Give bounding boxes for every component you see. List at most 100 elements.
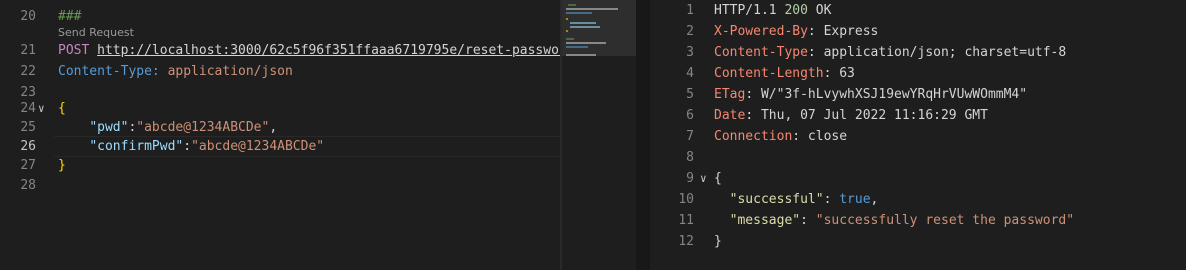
line-code[interactable]: ### <box>58 6 81 27</box>
line-number: 10 <box>678 192 694 207</box>
code-line[interactable]: 9 ∨ { <box>636 168 1186 189</box>
code-token: , <box>269 120 278 135</box>
code-token: "successfully reset the password" <box>815 213 1075 228</box>
line-number: 2 <box>686 24 694 39</box>
code-token: "message" <box>729 213 801 228</box>
line-number: 26 <box>20 139 36 154</box>
line-code[interactable]: ETag: W/"3f-hLvywhXSJ19ewYRqHrVUwWOmmM4" <box>714 84 1027 105</box>
minimap-line <box>566 54 596 56</box>
line-code[interactable]: Connection: close <box>714 126 847 147</box>
code-token: : application/json; charset=utf-8 <box>807 45 1067 60</box>
code-token: : <box>823 192 840 207</box>
line-code[interactable]: } <box>58 155 66 176</box>
line-number: 5 <box>686 87 694 102</box>
code-line[interactable]: 10 "successful": true, <box>636 189 1186 210</box>
line-number: 27 <box>20 158 36 173</box>
code-line[interactable]: 3 Content-Type: application/json; charset… <box>636 42 1186 63</box>
code-token: Connection <box>714 129 793 144</box>
minimap-line <box>566 46 588 48</box>
code-token: POST <box>58 43 90 58</box>
code-token: "pwd" <box>89 120 129 135</box>
code-line[interactable]: 5 ETag: W/"3f-hLvywhXSJ19ewYRqHrVUwWOmmM4… <box>636 84 1186 105</box>
code-token: ### <box>58 9 82 24</box>
line-number: 25 <box>20 120 36 135</box>
code-token: { <box>58 101 66 116</box>
code-token: } <box>58 158 66 173</box>
line-code[interactable]: POST http://localhost:3000/62c5f96f351ff… <box>58 40 567 61</box>
code-line[interactable]: 2 X-Powered-By: Express <box>636 21 1186 42</box>
code-line[interactable]: 8 <box>636 147 1186 168</box>
code-line[interactable]: 25 "pwd":"abcde@1234ABCDe", <box>0 117 636 138</box>
code-line[interactable]: 21 POST http://localhost:3000/62c5f96f351… <box>0 40 636 61</box>
code-token: : close <box>792 129 848 144</box>
line-code[interactable]: } <box>714 231 722 252</box>
line-number: 9 <box>686 171 694 186</box>
code-line[interactable]: 12} <box>636 231 1186 252</box>
minimap-line <box>566 18 568 20</box>
code-token: X-Powered-By <box>714 24 808 39</box>
line-number: 4 <box>686 66 694 81</box>
code-token: "confirmPwd" <box>89 139 184 154</box>
code-token: , <box>870 192 879 207</box>
minimap-line <box>566 8 618 10</box>
code-token: : Express <box>807 24 879 39</box>
minimap-line <box>570 22 596 24</box>
code-token: Content-Type <box>714 45 808 60</box>
line-number: 21 <box>20 43 36 58</box>
line-number: 8 <box>686 150 694 165</box>
minimap[interactable] <box>562 0 636 270</box>
fold-chevron-icon[interactable]: ∨ <box>700 168 707 189</box>
line-code[interactable]: "confirmPwd":"abcde@1234ABCDe" <box>58 136 324 157</box>
code-line[interactable]: 28 <box>0 175 636 196</box>
line-number: 1 <box>686 3 694 18</box>
minimap-line <box>566 38 574 40</box>
minimap-line <box>568 4 576 6</box>
code-line[interactable]: 7 Connection: close <box>636 126 1186 147</box>
code-line[interactable]: 4 Content-Length: 63 <box>636 63 1186 84</box>
code-token: { <box>714 171 722 186</box>
code-token: : 63 <box>823 66 855 81</box>
minimap-line <box>566 42 606 44</box>
line-number: 7 <box>686 129 694 144</box>
code-line[interactable]: 20 ### <box>0 6 636 27</box>
code-token: Date <box>714 108 746 123</box>
line-code[interactable]: "message": "successfully reset the passw… <box>714 210 1074 231</box>
line-number: 20 <box>20 9 36 24</box>
code-line[interactable]: 22 Content-Type: application/json <box>0 61 636 82</box>
line-code[interactable]: Content-Type: application/json <box>58 61 293 82</box>
send-request-codelens[interactable]: Send Request <box>58 26 134 40</box>
line-code[interactable]: Date: Thu, 07 Jul 2022 11:16:29 GMT <box>714 105 988 126</box>
line-number: 24 <box>20 101 36 116</box>
code-line[interactable]: 11 "message": "successfully reset the pa… <box>636 210 1186 231</box>
line-number: 3 <box>686 45 694 60</box>
line-number: 12 <box>678 234 694 249</box>
code-token: http://localhost:3000/62c5f96f351ffaaa67… <box>97 43 567 58</box>
code-line[interactable]: 27} <box>0 155 636 176</box>
request-editor[interactable]: 20 ### 21 POST http://localhost:3000/62c5f9… <box>0 0 636 270</box>
line-code[interactable]: HTTP/1.1 200 OK <box>714 0 831 21</box>
code-line[interactable]: 1 HTTP/1.1 200 OK <box>636 0 1186 21</box>
code-line[interactable]: 24 ∨ { <box>0 98 636 119</box>
line-code[interactable]: { <box>58 98 66 119</box>
line-code[interactable]: X-Powered-By: Express <box>714 21 878 42</box>
line-code[interactable]: { <box>714 168 722 189</box>
response-editor[interactable]: 1 HTTP/1.1 200 OK 2 X-Powered-By: Express 3 C… <box>636 0 1186 270</box>
line-code[interactable]: "successful": true, <box>714 189 879 210</box>
line-code[interactable]: "pwd":"abcde@1234ABCDe", <box>58 117 277 138</box>
line-code[interactable]: Content-Type: application/json; charset=… <box>714 42 1066 63</box>
line-number: 28 <box>20 178 36 193</box>
code-token: } <box>714 234 722 249</box>
line-code[interactable]: Content-Length: 63 <box>714 63 855 84</box>
line-number: 11 <box>678 213 694 228</box>
code-token: application/json <box>159 64 293 79</box>
code-line[interactable]: 26 "confirmPwd":"abcde@1234ABCDe" <box>0 136 636 157</box>
code-token: ETag <box>714 87 746 102</box>
code-token: : Thu, 07 Jul 2022 11:16:29 GMT <box>745 108 988 123</box>
code-line[interactable]: 6 Date: Thu, 07 Jul 2022 11:16:29 GMT <box>636 105 1186 126</box>
fold-chevron-icon[interactable]: ∨ <box>38 98 45 119</box>
code-token: OK <box>807 3 832 18</box>
